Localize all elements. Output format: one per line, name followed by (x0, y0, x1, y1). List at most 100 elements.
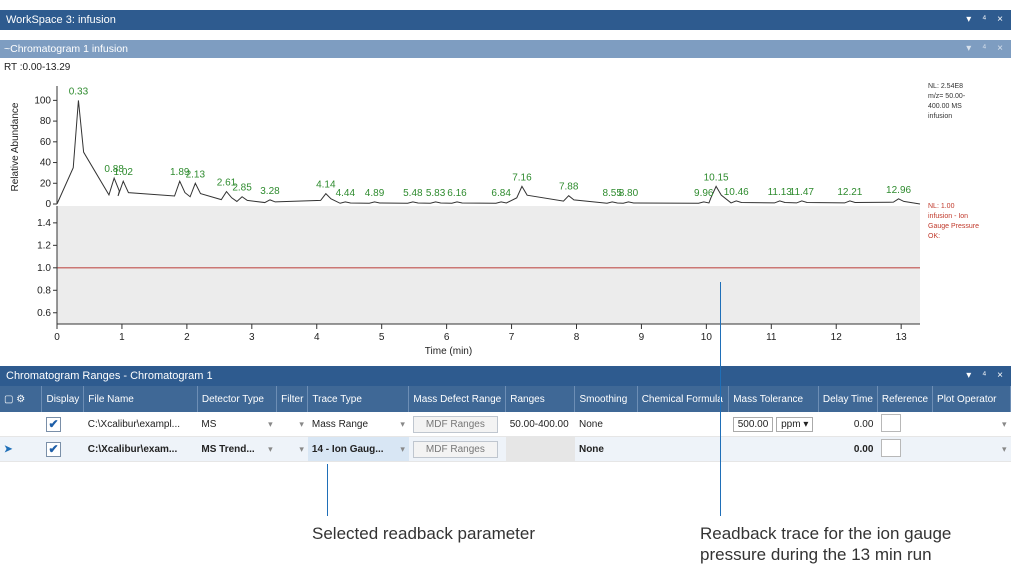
y-tick-label: 1.2 (37, 240, 51, 251)
tolerance-value-input[interactable]: 500.00 (732, 416, 774, 432)
x-tick-label: 7 (509, 332, 515, 343)
y-tick-label: 40 (40, 158, 52, 169)
filter-cell[interactable]: ▾ (276, 436, 308, 462)
table-row[interactable]: ➤ ✔ C:\Xcalibur\exam... MS Trend... ▾ ▾ 1… (0, 436, 1011, 462)
col-filter[interactable]: Filter (276, 386, 309, 412)
callout-line-selected (327, 464, 328, 516)
y-tick-label: 0.6 (37, 308, 51, 319)
display-checkbox[interactable]: ✔ (45, 441, 61, 457)
callout-readback-1: Readback trace for the ion gauge (700, 524, 952, 543)
y-tick-label: 1.4 (37, 218, 51, 229)
trace-type-cell[interactable]: Mass Range ▾ (307, 412, 409, 437)
peak-label: 7.88 (559, 182, 579, 193)
x-axis-label: Time (min) (425, 346, 472, 357)
x-tick-label: 5 (379, 332, 385, 343)
chevron-down-icon: ▾ (268, 443, 273, 454)
peak-label: 2.13 (186, 169, 206, 180)
detector-type-cell[interactable]: MS Trend... ▾ (197, 436, 277, 462)
mdf-ranges-button[interactable]: MDF Ranges (412, 415, 498, 433)
file-name-cell[interactable]: C:\Xcalibur\exampl... (83, 412, 198, 437)
plot-operator-cell[interactable]: ▾ (932, 412, 1011, 437)
grid-toolbar-icons[interactable]: ▢ ⚙ (0, 386, 43, 412)
col-detector-type[interactable]: Detector Type (197, 386, 278, 412)
col-chemical-formula[interactable]: Chemical Formula (637, 386, 730, 412)
delay-time-cell[interactable]: 0.00 (818, 436, 878, 462)
ranges-panel-controls[interactable]: ▾ ⁴ × (966, 366, 1007, 386)
x-tick-label: 2 (184, 332, 190, 343)
trace-type-cell[interactable]: 14 - Ion Gaug... ▾ (307, 436, 409, 462)
bottom-info-text: infusion - Ion (928, 213, 968, 220)
chevron-down-icon: ▾ (1001, 418, 1007, 429)
workspace-title: WorkSpace 3: infusion (6, 14, 116, 26)
col-display[interactable]: Display (41, 386, 85, 412)
chevron-down-icon: ▾ (1001, 443, 1007, 454)
callout-readback-2: pressure during the 13 min run (700, 545, 932, 564)
detector-type-cell[interactable]: MS ▾ (197, 412, 277, 437)
chromatogram-panel-title: ~Chromatogram 1 infusion (4, 43, 129, 55)
reference-checkbox[interactable] (881, 438, 902, 457)
chevron-down-icon: ▾ (400, 443, 405, 454)
col-delay-time[interactable]: Delay Time (818, 386, 878, 412)
peak-label: 4.44 (336, 188, 356, 199)
display-checkbox[interactable]: ✔ (45, 416, 61, 432)
smoothing-cell[interactable]: None (574, 412, 638, 437)
filter-cell[interactable]: ▾ (276, 412, 308, 437)
peak-label: 4.89 (365, 188, 385, 199)
peak-label: 11.47 (790, 187, 815, 198)
peak-label: 9.96 (694, 188, 714, 199)
x-tick-label: 13 (896, 332, 908, 343)
smoothing-cell[interactable]: None (574, 436, 638, 462)
chemical-formula-cell[interactable] (637, 412, 729, 437)
col-ranges[interactable]: Ranges (505, 386, 576, 412)
callout-selected: Selected readback parameter (312, 524, 536, 543)
y-axis-label: Relative Abundance (10, 102, 21, 191)
workspace-window-controls[interactable]: ▾ ⁴ × (966, 10, 1007, 30)
col-mass-tolerance[interactable]: Mass Tolerance (728, 386, 819, 412)
peak-label: 8.80 (619, 188, 639, 199)
delay-time-cell[interactable]: 0.00 (818, 412, 878, 437)
top-info-text: NL: 2.54E8 (928, 83, 963, 90)
x-tick-label: 4 (314, 332, 320, 343)
chevron-down-icon: ▾ (299, 418, 304, 429)
peak-label: 2.85 (232, 183, 252, 194)
peak-label: 6.16 (447, 188, 467, 199)
peak-label: 12.96 (886, 185, 911, 196)
peak-label: 12.21 (837, 187, 862, 198)
x-tick-label: 11 (766, 332, 777, 343)
col-reference[interactable]: Reference (877, 386, 934, 412)
chromatogram-svg[interactable]: RT :0.00-13.290.330.881.02 1.892.132.612.… (0, 58, 1011, 365)
file-name-cell[interactable]: C:\Xcalibur\exam... (83, 436, 198, 462)
ranges-cell[interactable]: 50.00-400.00 (505, 412, 575, 437)
ranges-cell[interactable] (505, 436, 575, 462)
chemical-formula-cell[interactable] (637, 436, 729, 462)
col-trace-type[interactable]: Trace Type (307, 386, 410, 412)
top-info-text: 400.00 MS (928, 103, 962, 110)
callout-line-readback (720, 282, 721, 516)
x-tick-label: 1 (119, 332, 125, 343)
chromatogram-panel-header: ~Chromatogram 1 infusion ▾ ⁴ × (0, 40, 1011, 58)
x-tick-label: 9 (639, 332, 645, 343)
plot-operator-cell[interactable]: ▾ (932, 436, 1011, 462)
peak-label: 7.16 (512, 172, 532, 183)
x-tick-label: 3 (249, 332, 255, 343)
col-smoothing[interactable]: Smoothing (574, 386, 638, 412)
col-plot-operator[interactable]: Plot Operator (932, 386, 1011, 412)
y-tick-label: 20 (40, 178, 52, 189)
x-tick-label: 8 (574, 332, 580, 343)
peak-label: 4.14 (316, 180, 336, 191)
x-tick-label: 6 (444, 332, 450, 343)
mass-tolerance-cell[interactable] (728, 436, 819, 462)
chromatogram-chart[interactable]: RT :0.00-13.29 0.33 0.88 1.02 1.89 2.13 2.61 2.… (0, 58, 1011, 365)
col-file-name[interactable]: File Name (83, 386, 198, 412)
col-mass-defect-range[interactable]: Mass Defect Range (408, 386, 507, 412)
x-tick-label: 10 (701, 332, 713, 343)
mdf-ranges-button[interactable]: MDF Ranges (412, 440, 498, 458)
y-tick-label: 100 (34, 95, 51, 106)
tolerance-unit-select[interactable]: ppm ▾ (776, 416, 814, 432)
top-info-text: infusion (928, 113, 952, 120)
table-row[interactable]: ✔ C:\Xcalibur\exampl... MS ▾ ▾ Mass Range… (0, 412, 1011, 437)
mass-tolerance-cell[interactable]: 500.00 ppm ▾ (728, 412, 819, 437)
reference-checkbox[interactable] (881, 413, 902, 432)
chromatogram-panel-controls[interactable]: ▾ ⁴ × (966, 40, 1007, 58)
y-tick-label: 0 (45, 199, 51, 210)
